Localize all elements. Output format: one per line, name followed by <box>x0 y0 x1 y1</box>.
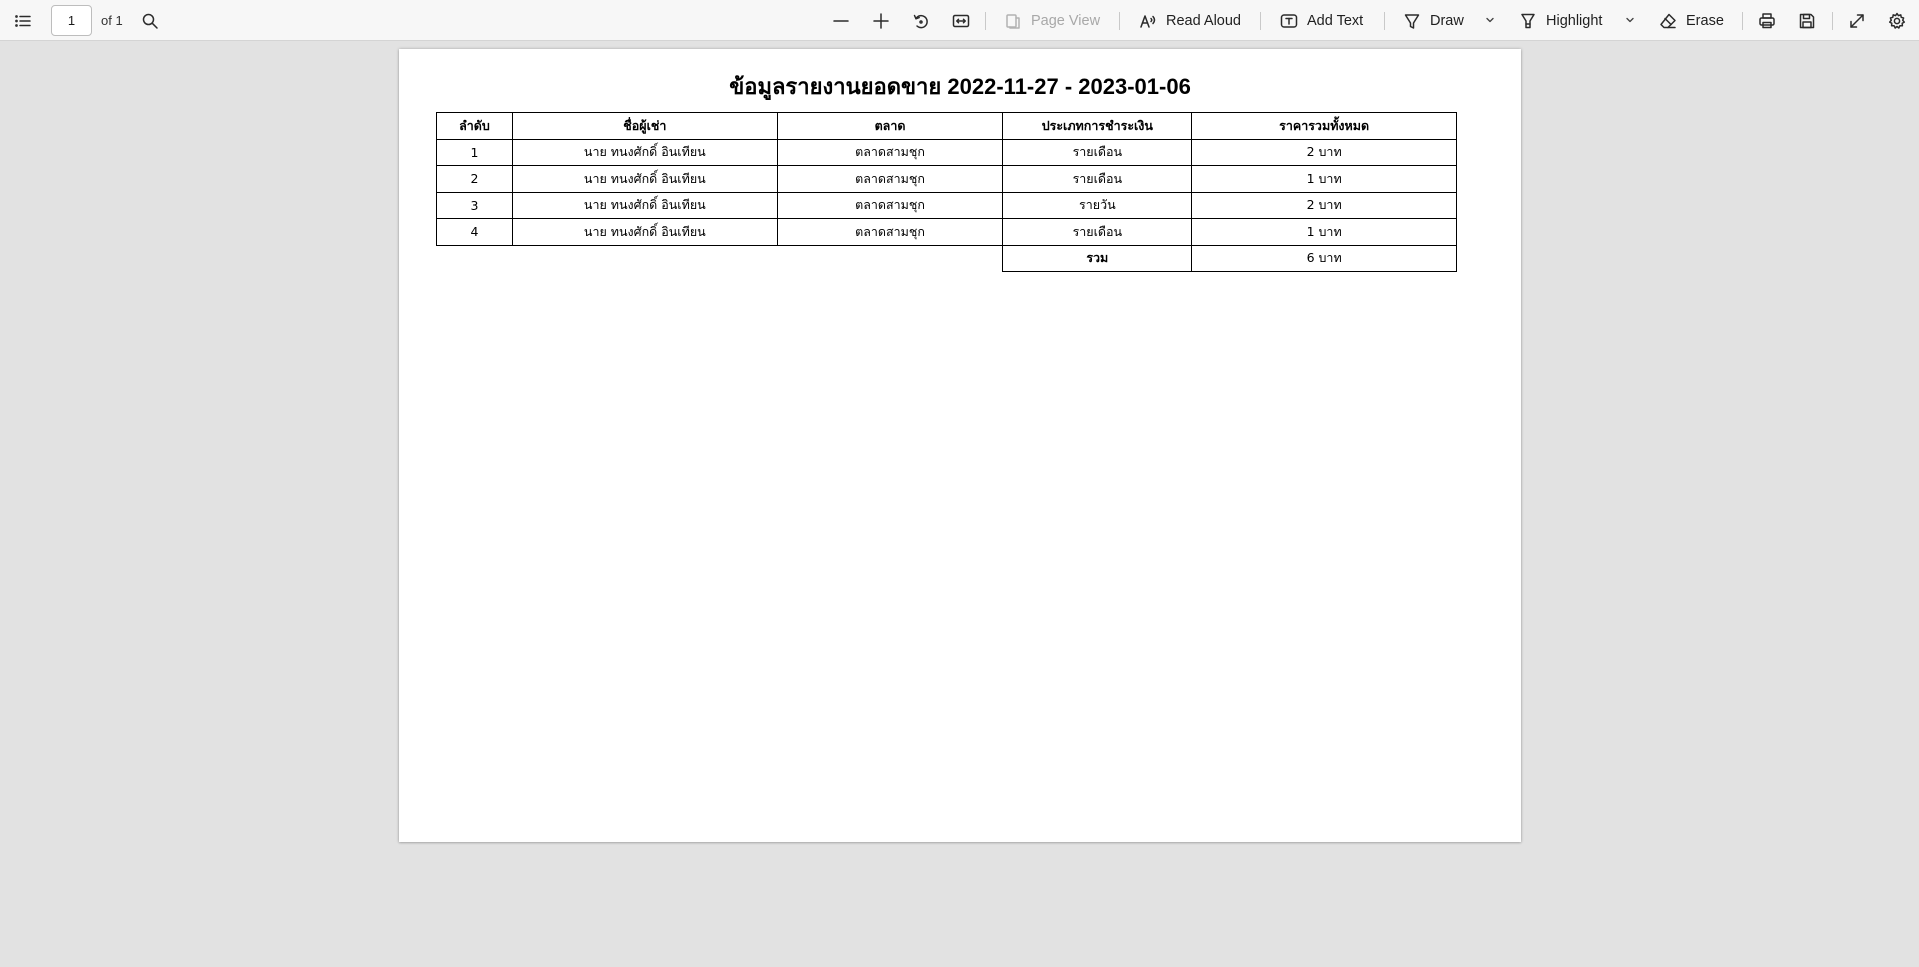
search-icon <box>142 13 158 29</box>
zoom-out-button[interactable] <box>828 8 854 34</box>
chevron-down-icon <box>1486 17 1494 23</box>
page-view-button[interactable]: Page View <box>1004 8 1100 34</box>
add-text-button[interactable]: Add Text <box>1280 8 1363 34</box>
table-cell: 1 บาท <box>1191 218 1457 246</box>
toolbar-divider <box>1384 12 1385 30</box>
read-aloud-icon <box>1140 15 1156 28</box>
draw-button[interactable]: Draw <box>1403 8 1464 34</box>
toolbar-divider <box>985 12 986 30</box>
minus-icon <box>833 20 849 22</box>
empty-cell <box>777 245 1003 272</box>
zoom-in-button[interactable] <box>868 8 894 34</box>
total-label: รวม <box>1002 244 1193 272</box>
page-view-icon <box>1006 14 1020 29</box>
table-row: 4 นาย ทนงศักดิ์ อินเทียน ตลาดสามชุก รายเ… <box>436 218 1457 246</box>
table-cell: รายเดือน <box>1002 218 1193 246</box>
column-header: ตลาด <box>776 112 1004 140</box>
table-cell: 1 <box>436 138 513 166</box>
empty-cell <box>437 245 513 272</box>
erase-button[interactable]: Erase <box>1659 8 1724 34</box>
add-text-label: Add Text <box>1307 13 1364 29</box>
page-total-label: of 1 <box>101 13 123 28</box>
read-aloud-button[interactable]: Read Aloud <box>1139 8 1241 34</box>
table-cell: นาย ทนงศักดิ์ อินเทียน <box>511 165 778 193</box>
draw-icon <box>1404 14 1420 29</box>
toolbar-divider <box>1119 12 1120 30</box>
table-row: 3 นาย ทนงศักดิ์ อินเทียน ตลาดสามชุก รายว… <box>436 191 1457 219</box>
sales-report-table: ลำดับ ชื่อผู้เช่า ตลาด ประเภทการชำระเงิน… <box>436 112 1457 272</box>
printer-icon <box>1759 13 1775 29</box>
rotate-button[interactable] <box>908 8 934 34</box>
toolbar-divider <box>1260 12 1261 30</box>
fit-to-width-button[interactable] <box>948 8 974 34</box>
highlighter-icon <box>1521 13 1535 29</box>
read-aloud-label: Read Aloud <box>1166 13 1241 29</box>
table-cell: ตลาดสามชุก <box>776 165 1004 193</box>
table-cell: 4 <box>436 218 513 246</box>
table-of-contents-button[interactable] <box>10 8 36 34</box>
chevron-down-icon <box>1626 17 1634 23</box>
highlight-label: Highlight <box>1546 13 1603 29</box>
table-cell: 1 บาท <box>1191 165 1457 193</box>
fit-width-icon <box>952 14 970 28</box>
total-value: 6 บาท <box>1191 244 1457 272</box>
print-button[interactable] <box>1754 8 1780 34</box>
save-button[interactable] <box>1794 8 1820 34</box>
page-number-input[interactable] <box>51 5 92 36</box>
table-cell: ตลาดสามชุก <box>776 191 1004 219</box>
column-header: ประเภทการชำระเงิน <box>1002 112 1193 140</box>
table-row: 2 นาย ทนงศักดิ์ อินเทียน ตลาดสามชุก รายเ… <box>436 165 1457 193</box>
fullscreen-button[interactable] <box>1844 8 1870 34</box>
column-header: ลำดับ <box>436 112 513 140</box>
pdf-page: ข้อมูลรายงานยอดขาย 2022-11-27 - 2023-01-… <box>399 49 1521 842</box>
table-cell: นาย ทนงศักดิ์ อินเทียน <box>511 218 778 246</box>
add-text-icon <box>1280 14 1298 28</box>
table-cell: ตลาดสามชุก <box>776 218 1004 246</box>
rotate-icon <box>913 14 928 29</box>
draw-label: Draw <box>1430 13 1464 29</box>
pdf-toolbar: of 1 Page View <box>0 0 1919 41</box>
table-row: 1 นาย ทนงศักดิ์ อินเทียน ตลาดสามชุก รายเ… <box>436 138 1457 166</box>
table-cell: รายเดือน <box>1002 138 1193 166</box>
column-header: ราคารวมทั้งหมด <box>1191 112 1457 140</box>
draw-options-dropdown[interactable] <box>1483 13 1497 27</box>
highlight-options-dropdown[interactable] <box>1623 13 1637 27</box>
table-cell: 2 บาท <box>1191 191 1457 219</box>
table-cell: รายเดือน <box>1002 165 1193 193</box>
empty-cell <box>512 245 777 272</box>
table-header-row: ลำดับ ชื่อผู้เช่า ตลาด ประเภทการชำระเงิน… <box>436 112 1457 140</box>
table-cell: 3 <box>436 191 513 219</box>
table-cell: 2 <box>436 165 513 193</box>
page-view-label: Page View <box>1031 13 1101 29</box>
column-header: ชื่อผู้เช่า <box>511 112 778 140</box>
highlight-button[interactable]: Highlight <box>1519 8 1602 34</box>
toolbar-divider <box>1742 12 1743 30</box>
table-cell: ตลาดสามชุก <box>776 138 1004 166</box>
find-button[interactable] <box>137 8 163 34</box>
plus-icon <box>873 13 889 29</box>
eraser-icon <box>1660 13 1676 29</box>
save-icon <box>1799 13 1815 29</box>
table-cell: นาย ทนงศักดิ์ อินเทียน <box>511 191 778 219</box>
settings-button[interactable] <box>1884 8 1910 34</box>
expand-icon <box>1850 14 1864 28</box>
toolbar-divider <box>1832 12 1833 30</box>
list-icon <box>15 15 31 27</box>
table-cell: 2 บาท <box>1191 138 1457 166</box>
report-title: ข้อมูลรายงานยอดขาย 2022-11-27 - 2023-01-… <box>729 74 1191 99</box>
table-total-row: รวม 6 บาท <box>437 244 1457 272</box>
table-cell: นาย ทนงศักดิ์ อินเทียน <box>511 138 778 166</box>
gear-icon <box>1888 12 1906 29</box>
erase-label: Erase <box>1686 13 1724 29</box>
table-cell: รายวัน <box>1002 191 1193 219</box>
